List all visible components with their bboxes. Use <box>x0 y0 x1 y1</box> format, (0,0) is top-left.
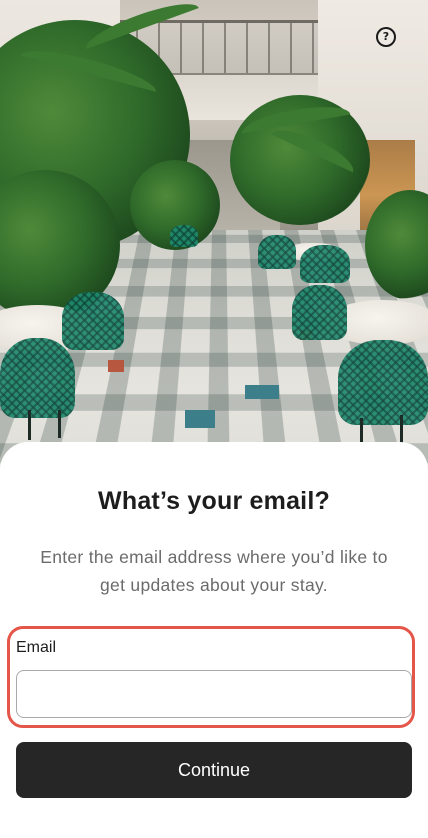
floor-tile <box>108 360 124 372</box>
hero-image: ? <box>0 0 428 470</box>
email-input[interactable] <box>16 670 412 718</box>
chair-leg <box>400 415 403 445</box>
page-subtitle: Enter the email address where you’d like… <box>40 547 388 595</box>
floor-tile <box>245 385 279 399</box>
screen: ? What’s your email? Enter the email add… <box>0 0 428 838</box>
chair <box>292 285 347 340</box>
chair <box>300 245 350 283</box>
chair-leg <box>360 418 363 444</box>
chair <box>170 225 198 247</box>
chair <box>258 235 296 269</box>
chair <box>338 340 428 425</box>
bottom-sheet: What’s your email? Enter the email addre… <box>0 442 428 838</box>
continue-button[interactable]: Continue <box>16 742 412 798</box>
page-title: What’s your email? <box>98 487 330 515</box>
chair-leg <box>28 410 31 440</box>
email-label: Email <box>16 639 57 656</box>
chair <box>0 338 75 418</box>
chair-leg <box>58 410 61 438</box>
floor-tile <box>185 410 215 428</box>
chair <box>62 292 124 350</box>
help-icon[interactable]: ? <box>376 27 396 47</box>
